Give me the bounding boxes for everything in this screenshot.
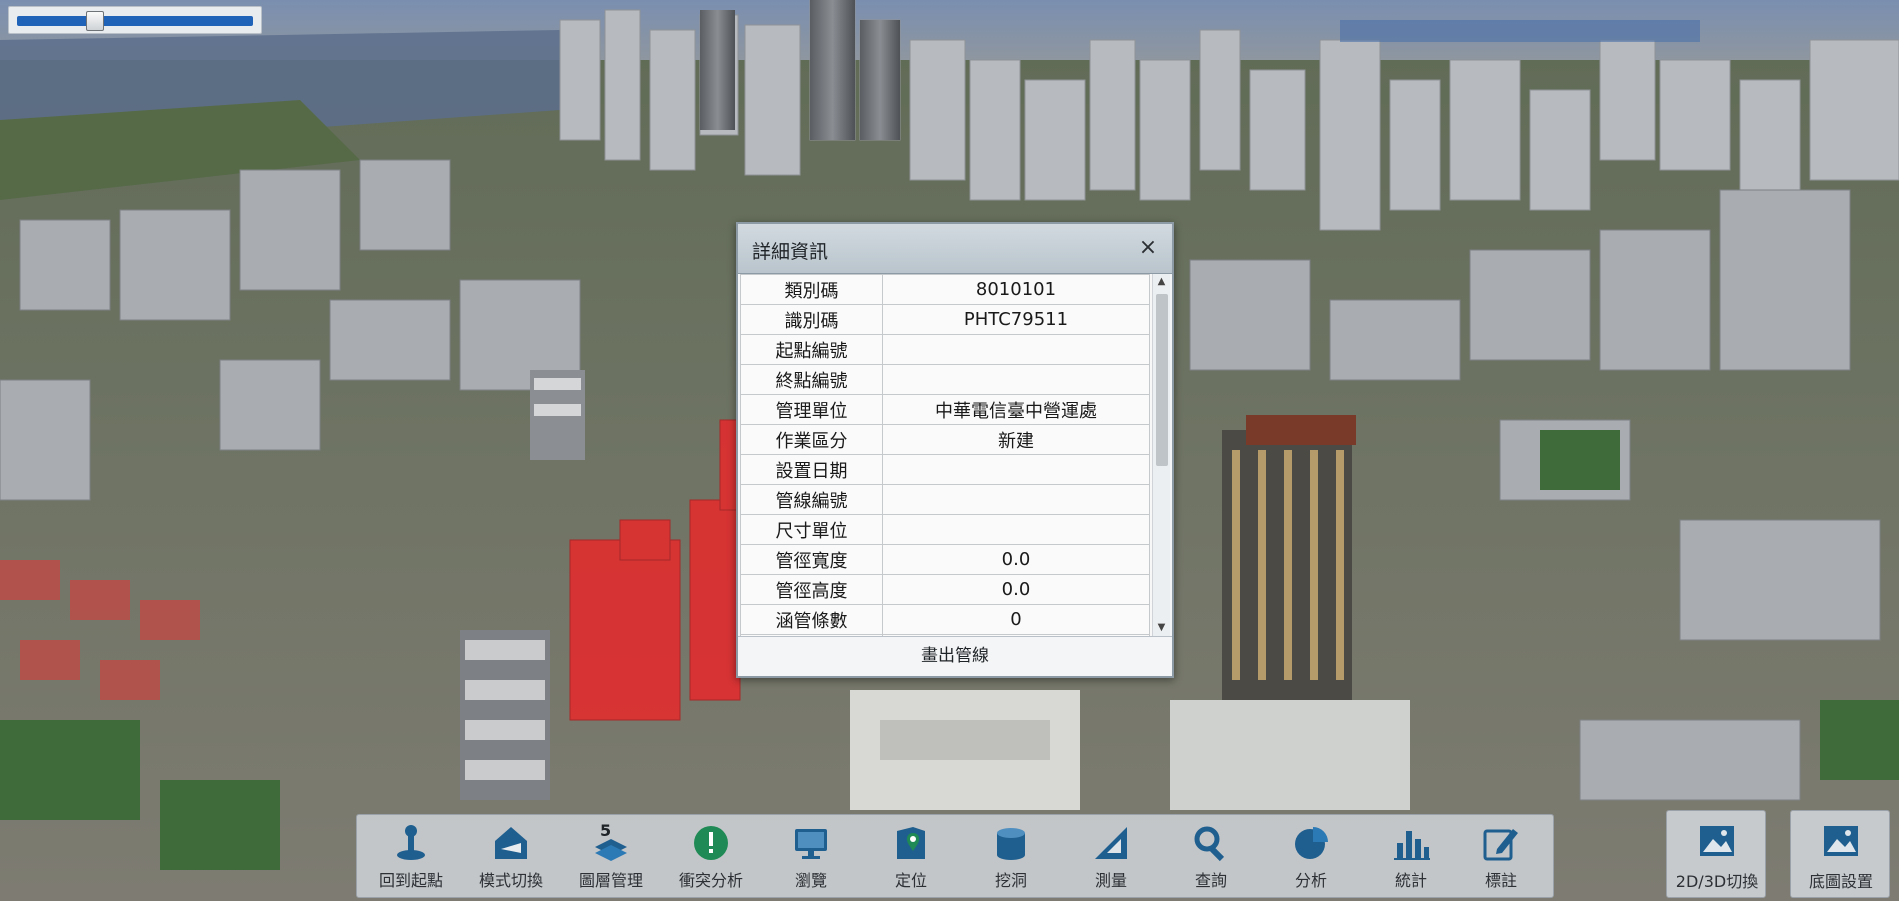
attribute-value: [882, 364, 1150, 395]
attribute-row: 管理單位 中華電信臺中營運處: [740, 394, 1150, 425]
attribute-value: 中華電信臺中營運處: [882, 394, 1150, 425]
attribute-key: 識別碼: [740, 304, 883, 335]
attribute-value: [882, 454, 1150, 485]
statistics-button[interactable]: 統計: [1363, 815, 1459, 899]
attribute-row: 起點編號: [740, 334, 1150, 365]
attribute-key: 尺寸單位: [740, 514, 883, 545]
attribute-value: [882, 334, 1150, 365]
attribute-value: 8010101: [882, 274, 1150, 305]
attribute-key: 管理單位: [740, 394, 883, 425]
image-icon: [1824, 826, 1858, 856]
tool-label: 挖洞: [994, 871, 1027, 890]
attribute-key: 類別碼: [740, 274, 883, 305]
pie-chart-icon: [1295, 827, 1328, 859]
ruler-triangle-icon: [1095, 827, 1127, 859]
attribute-row: 涵管條數 0: [740, 604, 1150, 635]
edit-icon: [1483, 829, 1518, 861]
attribute-key: 涵管條數: [740, 604, 883, 635]
attribute-row: 類別碼 8010101: [740, 274, 1150, 305]
vertical-scrollbar[interactable]: ▲ ▼: [1152, 274, 1170, 636]
tool-label: 標註: [1484, 871, 1517, 890]
tool-label: 查詢: [1194, 871, 1227, 890]
tool-label: 統計: [1394, 871, 1427, 890]
attribute-value: 0: [882, 604, 1150, 635]
monitor-icon: [795, 829, 827, 859]
main-toolbar: 回到起點 模式切換 5 圖層管理 衝突分析 瀏覽 定位 挖洞 測量 查詢 分析 …: [356, 814, 1554, 898]
attribute-row: 識別碼 PHTC79511: [740, 304, 1150, 335]
dialog-title: 詳細資訊: [752, 241, 829, 263]
attribute-key: 管徑高度: [740, 574, 883, 605]
detail-info-dialog: 詳細資訊 × 類別碼 8010101 識別碼 PHTC79511 起點編號 終點編號 管理單…: [736, 222, 1174, 678]
attribute-value: 0.0: [882, 544, 1150, 575]
transparency-slider[interactable]: [8, 6, 262, 34]
layer-count-badge: 5: [600, 821, 612, 840]
tool-label: 瀏覽: [794, 871, 827, 890]
annotation-button[interactable]: 標註: [1453, 815, 1549, 899]
slider-handle[interactable]: [85, 11, 104, 31]
attribute-key: 管徑寬度: [740, 544, 883, 575]
measure-button[interactable]: 測量: [1063, 815, 1159, 899]
bar-chart-icon: [1394, 831, 1430, 860]
attribute-row: 設置日期: [740, 454, 1150, 485]
attribute-key: 管線編號: [740, 484, 883, 515]
dialog-header[interactable]: 詳細資訊 ×: [738, 224, 1172, 274]
attribute-value: [882, 484, 1150, 515]
tool-label: 圖層管理: [578, 871, 643, 890]
scroll-up-icon[interactable]: ▲: [1153, 274, 1170, 290]
slider-track[interactable]: [17, 16, 253, 26]
attribute-row: 尺寸單位: [740, 514, 1150, 545]
dig-hole-button[interactable]: 挖洞: [963, 815, 1059, 899]
attribute-value: 新建: [882, 424, 1150, 455]
view-2d-3d-toggle-button[interactable]: 2D/3D切換: [1666, 810, 1766, 898]
attribute-panel[interactable]: 類別碼 8010101 識別碼 PHTC79511 起點編號 終點編號 管理單位 中華電信臺中…: [740, 274, 1170, 636]
analysis-button[interactable]: 分析: [1263, 815, 1359, 899]
scroll-down-icon[interactable]: ▼: [1153, 620, 1170, 636]
attribute-key: 起點編號: [740, 334, 883, 365]
view-toggle-label: 2D/3D切換: [1675, 872, 1759, 891]
attribute-value: PHTC79511: [882, 304, 1150, 335]
layer-management-button[interactable]: 5 圖層管理: [563, 815, 659, 899]
alert-icon: [694, 826, 728, 860]
tool-label: 分析: [1294, 871, 1327, 890]
attribute-row: 作業區分 新建: [740, 424, 1150, 455]
tool-label: 回到起點: [378, 871, 443, 890]
basemap-label: 底圖設置: [1808, 872, 1873, 891]
tool-label: 模式切換: [478, 871, 543, 890]
attribute-table: 類別碼 8010101 識別碼 PHTC79511 起點編號 終點編號 管理單位 中華電信臺中…: [740, 274, 1150, 636]
attribute-value: 0.0: [882, 574, 1150, 605]
joystick-icon: [397, 825, 425, 860]
tool-label: 測量: [1094, 871, 1127, 890]
draw-pipeline-button[interactable]: 畫出管線: [738, 636, 1172, 676]
locate-button[interactable]: 定位: [863, 815, 959, 899]
attribute-row: 終點編號: [740, 364, 1150, 395]
basemap-settings-button[interactable]: 底圖設置: [1790, 810, 1890, 898]
house-swap-icon: [495, 827, 527, 859]
close-icon[interactable]: ×: [1134, 234, 1162, 262]
attribute-value: [882, 514, 1150, 545]
conflict-analysis-button[interactable]: 衝突分析: [663, 815, 759, 899]
attribute-key: 設置日期: [740, 454, 883, 485]
tool-label: 定位: [894, 871, 927, 890]
mode-switch-button[interactable]: 模式切換: [463, 815, 559, 899]
search-icon: [1194, 826, 1225, 862]
query-button[interactable]: 查詢: [1163, 815, 1259, 899]
attribute-key: 作業區分: [740, 424, 883, 455]
tool-label: 衝突分析: [678, 871, 743, 890]
attribute-row: 管線編號: [740, 484, 1150, 515]
home-button[interactable]: 回到起點: [363, 815, 459, 899]
map-pin-icon: [897, 827, 925, 859]
browse-button[interactable]: 瀏覽: [763, 815, 859, 899]
attribute-key: 終點編號: [740, 364, 883, 395]
image-icon: [1700, 826, 1734, 856]
scrollbar-thumb[interactable]: [1156, 294, 1168, 466]
attribute-row: 管徑高度 0.0: [740, 574, 1150, 605]
attribute-row: 管徑寬度 0.0: [740, 544, 1150, 575]
cylinder-icon: [997, 828, 1025, 860]
